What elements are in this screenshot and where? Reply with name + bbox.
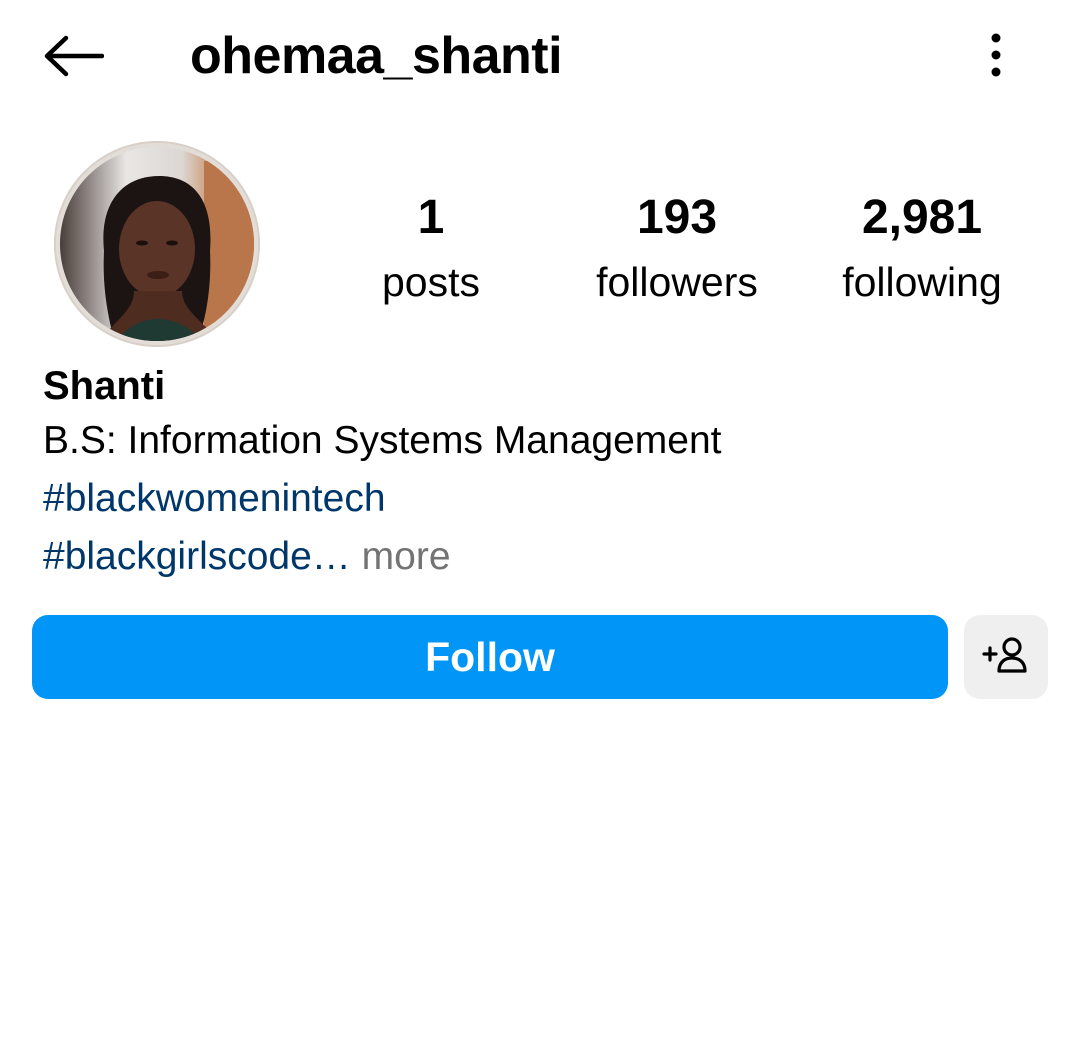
stat-posts: 1 posts [360,188,502,312]
bio-hashtag-line: #blackwomenintech [43,470,1043,528]
hashtag-link[interactable]: #blackgirlscode… [43,535,351,578]
back-arrow-icon [42,34,105,83]
followers-count: 193 [636,191,718,244]
more-vertical-icon [990,33,1002,82]
hashtag-link[interactable]: #blackwomenintech [43,477,386,520]
profile-bio: Shanti B.S: Information Systems Manageme… [43,360,1043,586]
stat-following[interactable]: 2,981 following [818,188,1026,312]
bio-text: B.S: Information Systems Management [43,419,722,462]
profile-page: ohemaa_shanti 1 posts 193 followers 2,98… [0,0,1080,1060]
profile-avatar[interactable] [54,141,260,347]
following-count: 2,981 [861,191,983,244]
follow-button[interactable]: Follow [32,615,948,699]
back-button[interactable] [36,28,110,88]
top-bar: ohemaa_shanti [0,0,1080,115]
bio-more-link[interactable]: more [351,535,451,578]
posts-label: posts [382,259,480,305]
options-button[interactable] [972,28,1020,86]
full-name: Shanti [43,364,166,408]
following-label: following [842,259,1002,305]
profile-username: ohemaa_shanti [190,27,563,85]
add-person-icon [982,635,1030,680]
bio-hashtag-line: #blackgirlscode… more [43,528,1043,586]
followers-label: followers [596,259,758,305]
posts-count: 1 [417,191,445,244]
suggested-accounts-button[interactable] [964,615,1048,699]
stat-followers[interactable]: 193 followers [570,188,784,312]
